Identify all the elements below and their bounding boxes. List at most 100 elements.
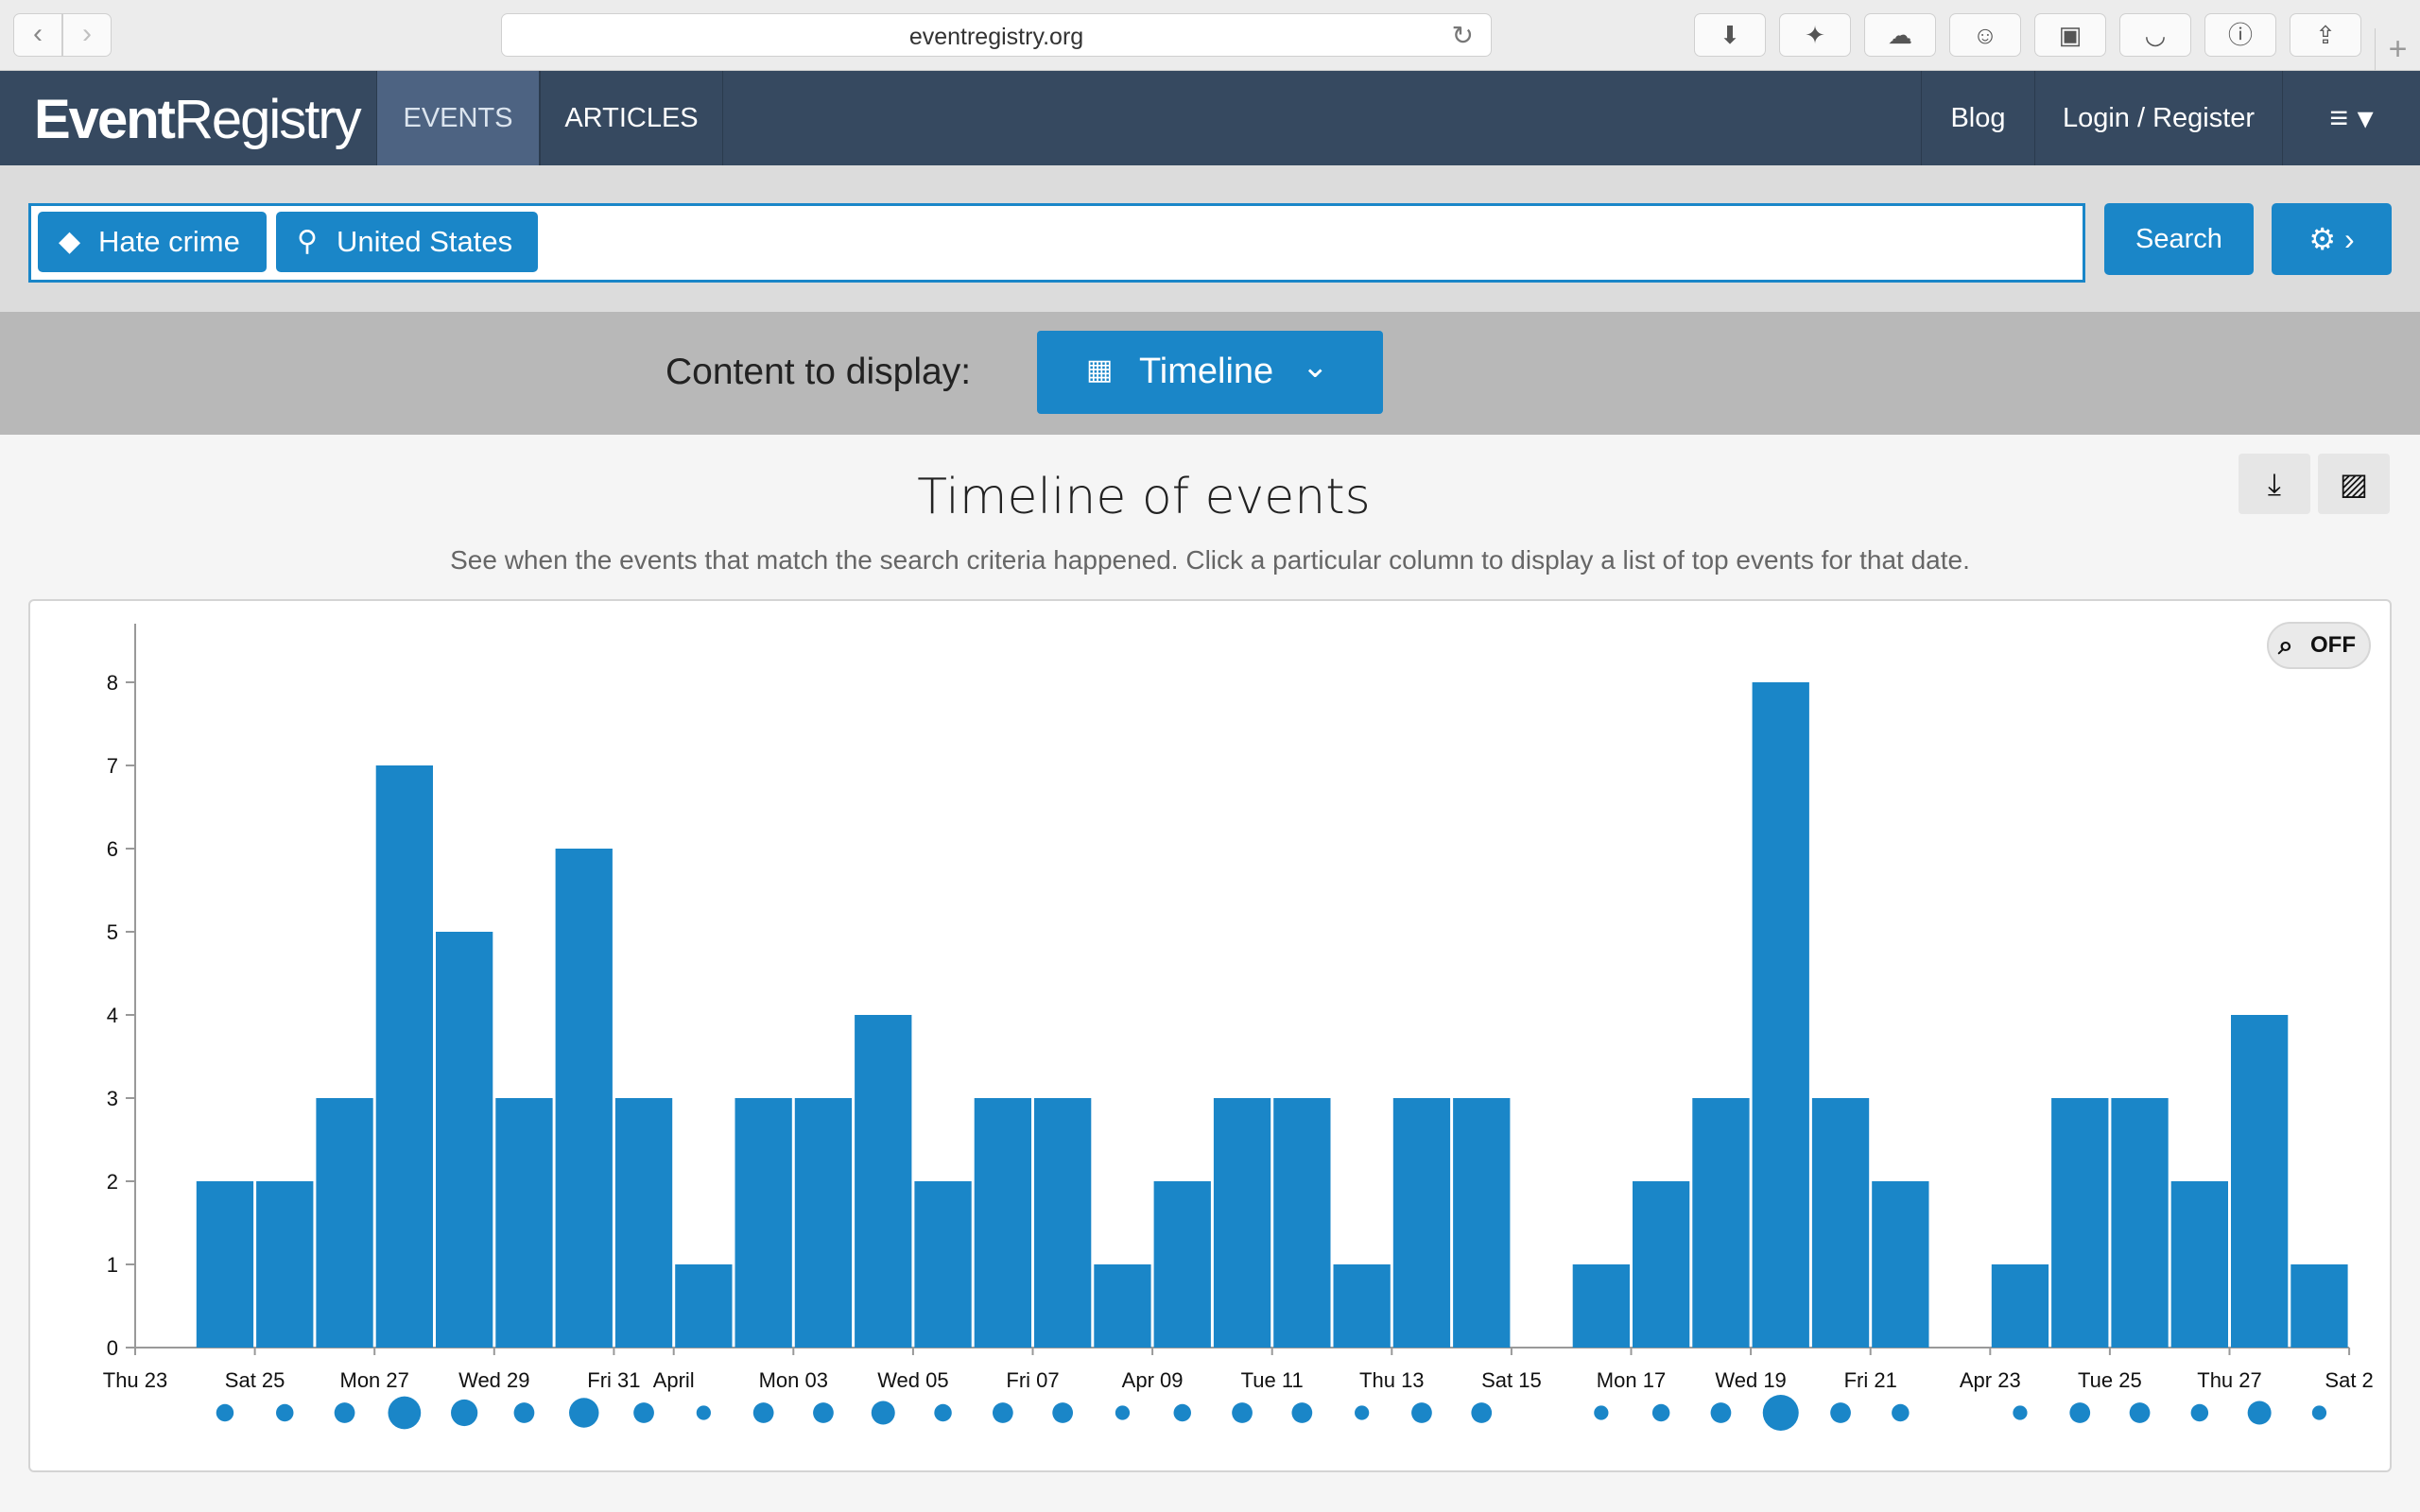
bar: [1034, 1098, 1092, 1348]
x-tick-label: Tue 25: [2078, 1368, 2142, 1392]
app-navbar: EventRegistry EVENTS ARTICLES Blog Login…: [0, 71, 2420, 165]
x-tick-label: Wed 19: [1715, 1368, 1786, 1392]
bar: [1153, 1181, 1211, 1348]
search-button[interactable]: Search: [2104, 203, 2254, 275]
tag-icon: ◆: [59, 226, 81, 257]
search-chip-concept[interactable]: ◆ Hate crime: [38, 212, 267, 272]
bar: [1213, 1098, 1271, 1348]
logo[interactable]: EventRegistry: [34, 88, 362, 151]
bar: [794, 1098, 853, 1348]
bar: [1392, 1098, 1451, 1348]
y-tick-label: 8: [107, 671, 118, 695]
logo-bold: Event: [34, 89, 176, 150]
magic-wand-icon[interactable]: ✦: [1779, 13, 1851, 57]
bar: [1094, 1264, 1151, 1348]
address-bar[interactable]: eventregistry.org ↻: [501, 13, 1492, 57]
ghost-icon[interactable]: ☺: [1949, 13, 2021, 57]
bubble: [1594, 1405, 1609, 1420]
blog-link[interactable]: Blog: [1921, 71, 2034, 165]
x-tick-label: Wed 05: [877, 1368, 948, 1392]
y-tick-label: 6: [107, 837, 118, 861]
bar: [1692, 1098, 1750, 1348]
page-subtitle: See when the events that match the searc…: [450, 545, 1970, 575]
reload-icon[interactable]: ↻: [1452, 20, 1474, 51]
timeline-chart: 0 1 2 3 4 5 6 7 8 Thu 23 Sat 25 Mon 27 Wed 29 Fri 31 A…: [103, 624, 2374, 1431]
bubble: [216, 1403, 234, 1422]
bubble: [1471, 1402, 1493, 1423]
bar: [316, 1098, 373, 1348]
content-selector-bar: Content to display: ▦ Timeline ⌄: [0, 312, 2420, 435]
new-tab-icon[interactable]: +: [2375, 28, 2420, 71]
y-tick-label: 7: [107, 754, 118, 778]
share-icon[interactable]: ⇪: [2290, 13, 2361, 57]
bar: [2231, 1015, 2289, 1348]
tab-articles[interactable]: ARTICLES: [540, 71, 723, 165]
y-tick-label: 5: [107, 920, 118, 944]
bubble: [1651, 1403, 1670, 1422]
download-icon[interactable]: ⬇: [1694, 13, 1766, 57]
password-icon[interactable]: ⓘ: [2204, 13, 2276, 57]
bubble: [1762, 1395, 1799, 1431]
x-tick-label: Wed 29: [458, 1368, 529, 1392]
bar: [495, 1098, 553, 1348]
x-tick-label: Sat 15: [1481, 1368, 1542, 1392]
search-input[interactable]: ◆ Hate crime ⚲ United States: [28, 203, 2085, 283]
content-type-dropdown[interactable]: ▦ Timeline ⌄: [1037, 331, 1383, 414]
logo-regular: Registry: [173, 89, 362, 150]
page-title: Timeline of events: [917, 469, 1371, 525]
reader-icon[interactable]: ▣: [2034, 13, 2106, 57]
bar: [614, 1098, 673, 1348]
x-tick-label: Fri 07: [1006, 1368, 1059, 1392]
bubble: [1115, 1405, 1131, 1420]
bar: [375, 765, 433, 1348]
bubble: [1232, 1402, 1253, 1423]
bar: [2051, 1098, 2109, 1348]
x-tick-label: Tue 11: [1241, 1368, 1304, 1392]
bubble: [752, 1402, 774, 1423]
zoom-icon: ⌕: [2278, 630, 2293, 660]
zoom-toggle[interactable]: ⌕ OFF: [2267, 622, 2371, 669]
settings-gear-icon[interactable]: ⚙ ›: [2272, 203, 2392, 275]
bubble: [934, 1403, 952, 1422]
cloud-icon[interactable]: ☁: [1864, 13, 1936, 57]
y-tick-label: 2: [107, 1170, 118, 1194]
tab-events[interactable]: EVENTS: [376, 71, 540, 165]
bubble: [813, 1402, 834, 1423]
download-data-icon[interactable]: ⤓: [2238, 454, 2310, 514]
bar: [914, 1181, 972, 1348]
bubble: [2247, 1400, 2272, 1425]
location-pin-icon: ⚲: [297, 226, 318, 257]
bubble: [2311, 1405, 2327, 1420]
hamburger-menu-icon[interactable]: ≡ ▾: [2282, 71, 2420, 165]
bubble: [2069, 1402, 2091, 1423]
bubble: [1710, 1402, 1732, 1423]
bar: [675, 1264, 733, 1348]
bubble: [451, 1399, 478, 1427]
content-display-label: Content to display:: [666, 352, 972, 392]
export-image-icon[interactable]: ▨: [2318, 454, 2390, 514]
forward-icon[interactable]: ›: [62, 13, 112, 57]
bar: [1572, 1264, 1630, 1348]
bar: [2111, 1098, 2169, 1348]
chip-label: United States: [337, 225, 513, 258]
bar: [555, 849, 613, 1348]
y-tick-label: 3: [107, 1087, 118, 1110]
calendar-icon: ▦: [1086, 354, 1114, 386]
bubble: [276, 1403, 294, 1422]
dropdown-selected-label: Timeline: [1139, 352, 1274, 391]
x-tick-label: Thu 23: [103, 1368, 168, 1392]
bar: [1752, 682, 1809, 1348]
tray-icon[interactable]: ◡: [2119, 13, 2191, 57]
x-tick-label: Sat 2: [2325, 1368, 2373, 1392]
search-chip-location[interactable]: ⚲ United States: [276, 212, 538, 272]
bubble: [1892, 1403, 1910, 1422]
search-bar: ◆ Hate crime ⚲ United States Search ⚙ ›: [0, 165, 2420, 312]
login-register-link[interactable]: Login / Register: [2034, 71, 2282, 165]
back-icon[interactable]: ‹: [13, 13, 62, 57]
bubble: [1052, 1402, 1074, 1423]
bubble: [1830, 1402, 1851, 1423]
bar: [855, 1015, 912, 1348]
bar: [974, 1098, 1031, 1348]
bubble: [388, 1396, 422, 1430]
bar: [436, 932, 493, 1348]
